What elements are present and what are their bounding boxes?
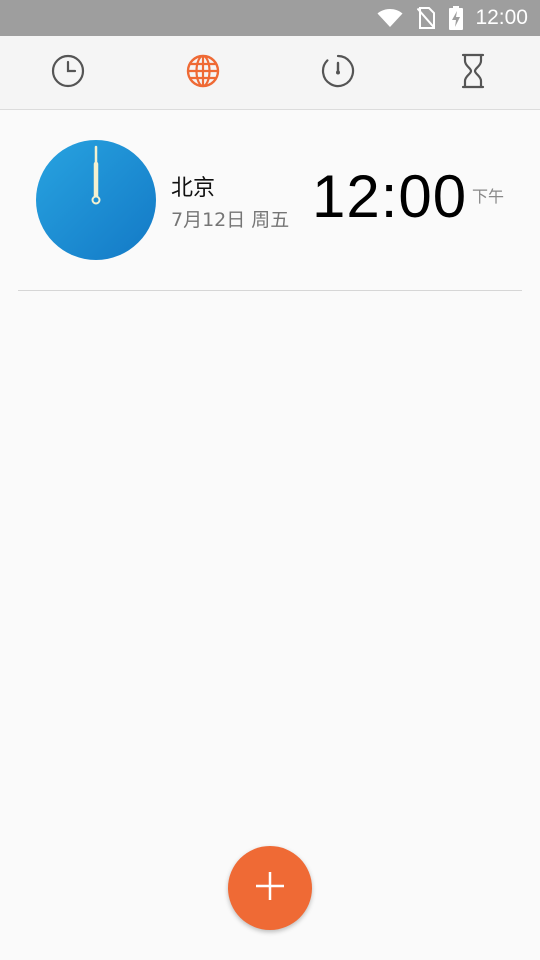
city-name: 北京 bbox=[171, 176, 216, 201]
battery-charging-icon bbox=[449, 6, 464, 30]
stopwatch-icon bbox=[321, 54, 355, 92]
wifi-icon bbox=[377, 8, 403, 28]
tab-stopwatch[interactable] bbox=[270, 36, 405, 109]
tab-timer[interactable] bbox=[405, 36, 540, 109]
status-time: 12:00 bbox=[475, 6, 528, 29]
city-ampm: 下午 bbox=[472, 187, 505, 206]
status-bar: 12:00 bbox=[0, 0, 540, 36]
add-icon bbox=[254, 870, 286, 906]
world-clock-globe-icon bbox=[186, 54, 220, 92]
timer-hourglass-icon bbox=[460, 53, 486, 93]
city-date: 7月12日 周五 bbox=[171, 209, 290, 231]
tab-world-clock[interactable] bbox=[135, 36, 270, 109]
analog-clock bbox=[36, 140, 156, 260]
add-city-button[interactable] bbox=[228, 846, 312, 930]
tab-bar bbox=[0, 36, 540, 110]
tab-alarm[interactable] bbox=[0, 36, 135, 109]
no-sim-icon bbox=[417, 7, 436, 29]
alarm-clock-icon bbox=[51, 54, 85, 92]
world-clock-list-item[interactable]: 北京 7月12日 周五 12:00 下午 bbox=[18, 110, 522, 291]
city-time: 12:00 bbox=[312, 163, 468, 230]
